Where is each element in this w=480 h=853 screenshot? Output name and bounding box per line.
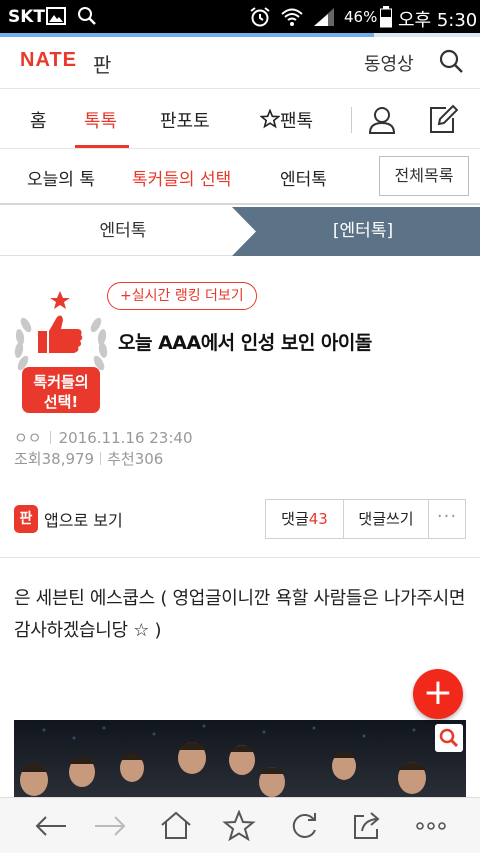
back-icon[interactable] — [34, 810, 68, 842]
realtime-ranking-button[interactable]: +실시간 랭킹 더보기 — [107, 282, 257, 310]
user-icon[interactable] — [366, 104, 398, 136]
search-notification-icon — [78, 7, 96, 25]
active-tab-indicator — [75, 145, 129, 148]
tab-fantok-label: 팬톡 — [280, 111, 314, 132]
pan-logo[interactable]: 판 — [93, 49, 111, 78]
search-icon[interactable] — [437, 47, 465, 75]
video-link[interactable]: 동영상 — [364, 50, 414, 76]
concert-photo — [14, 720, 466, 800]
tab-home[interactable]: 홈 — [30, 107, 47, 133]
open-in-app-link[interactable]: 앱으로 보기 — [44, 507, 123, 531]
view-count: 38,979 — [41, 450, 95, 468]
article-title: 오늘 AAA에서 인성 보인 아이돌 — [118, 332, 372, 354]
main-tabs: 홈 톡톡 판포토 팬톡 — [0, 89, 480, 149]
breadcrumb-current: [엔터톡] — [332, 221, 394, 241]
tab-divider — [351, 107, 352, 133]
post-date: 2016.11.16 23:40 — [58, 429, 193, 447]
comment-count: 43 — [308, 510, 328, 528]
all-list-button[interactable]: 전체목록 — [379, 156, 469, 196]
refresh-icon[interactable] — [287, 810, 321, 842]
status-bar: SKT 46% 오후 5:30 — [0, 0, 480, 33]
subtab-tokker-choice[interactable]: 톡커들의 선택 — [132, 165, 231, 190]
forward-icon[interactable] — [93, 810, 127, 842]
recommend-count: 306 — [134, 450, 164, 468]
signal-icon — [314, 8, 334, 26]
article-body: 은 세븐틴 에스쿱스 ( 영업글이니깐 욕할 사람들은 나가주시면 감사하겠습니… — [14, 588, 466, 641]
section-divider — [0, 557, 480, 558]
bookmark-star-icon[interactable] — [222, 810, 256, 842]
tab-toktok[interactable]: 톡톡 — [84, 107, 117, 133]
subtab-today[interactable]: 오늘의 톡 — [27, 165, 95, 190]
write-comment-button[interactable]: 댓글쓰기 — [344, 500, 429, 538]
tab-fantok[interactable]: 팬톡 — [259, 107, 314, 133]
zoom-icon[interactable] — [435, 724, 463, 752]
tokker-choice-badge: 톡커들의 선택! — [12, 285, 110, 417]
wifi-icon — [281, 8, 303, 26]
pan-app-icon[interactable]: 판 — [14, 505, 38, 533]
star-icon — [259, 108, 281, 129]
nate-logo[interactable]: NATE — [20, 49, 77, 72]
tab-panphoto[interactable]: 판포토 — [160, 107, 210, 133]
article-stats: 조회38,979 추천306 — [14, 450, 164, 468]
comments-button[interactable]: 댓글43 — [266, 500, 344, 538]
breadcrumb-category[interactable]: 엔터톡 — [0, 207, 246, 256]
sub-tabs: 오늘의 톡 톡커들의 선택 엔터톡 전체목록 — [0, 149, 480, 205]
battery-percent: 46% — [344, 8, 378, 26]
share-icon[interactable] — [350, 810, 384, 842]
more-button[interactable]: ··· — [429, 500, 465, 538]
home-icon[interactable] — [159, 810, 193, 842]
article-meta: ㅇㅇ 2016.11.16 23:40 — [14, 427, 193, 448]
floating-add-button[interactable]: + — [413, 669, 463, 719]
clock: 오후 5:30 — [398, 10, 478, 31]
breadcrumb: 엔터톡 [엔터톡] — [0, 207, 480, 256]
gallery-icon — [46, 7, 66, 25]
alarm-icon — [250, 7, 270, 27]
write-icon[interactable] — [426, 104, 458, 136]
badge-label: 톡커들의 선택! — [33, 373, 89, 411]
carrier-label: SKT — [8, 7, 46, 27]
browser-toolbar — [0, 797, 480, 853]
comment-actions: 댓글43 댓글쓰기 ··· — [265, 499, 466, 539]
subtab-entertok[interactable]: 엔터톡 — [280, 165, 327, 190]
more-menu-icon[interactable] — [414, 810, 448, 842]
article-image[interactable] — [14, 720, 466, 800]
author[interactable]: ㅇㅇ — [14, 429, 42, 447]
app-header: NATE 판 동영상 — [0, 37, 480, 89]
battery-icon — [380, 6, 392, 28]
